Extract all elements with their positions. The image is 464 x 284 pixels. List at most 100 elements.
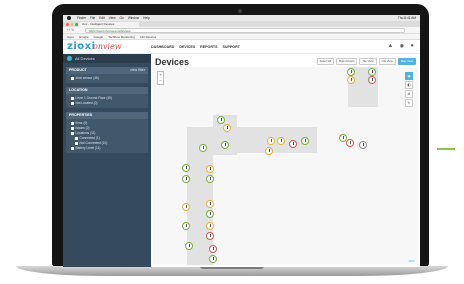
sensor-marker[interactable] — [182, 203, 190, 211]
sensor-marker[interactable] — [206, 222, 214, 230]
user-icon[interactable]: ● — [410, 43, 414, 50]
bookmark-item[interactable]: Techflow Monitoring — [108, 34, 135, 39]
sensor-marker[interactable] — [368, 68, 376, 76]
menu-item[interactable]: Finder — [77, 16, 86, 20]
nav-devices[interactable]: DEVICES — [179, 45, 195, 49]
checkbox[interactable] — [75, 142, 78, 145]
sidebar-section-properties: PROPERTIES Error (0) Issues (2) Location… — [66, 112, 148, 153]
bookmark-item[interactable]: Google — [79, 34, 89, 39]
apple-icon[interactable] — [67, 16, 71, 20]
checkbox[interactable] — [71, 132, 74, 135]
map-tool-icon[interactable]: ◉ — [405, 72, 413, 80]
zoom-control: + − — [157, 71, 164, 85]
sidebar: All Devices PRODUCT view filter zioxi se… — [63, 54, 151, 267]
checkbox[interactable] — [71, 102, 74, 105]
sensor-marker[interactable] — [182, 164, 190, 172]
sensor-marker[interactable] — [347, 76, 355, 84]
sensor-marker[interactable] — [206, 200, 214, 208]
minimize-window-icon[interactable] — [70, 23, 73, 26]
maximize-window-icon[interactable] — [75, 23, 78, 26]
map-tool-icon[interactable]: ⊕ — [405, 90, 413, 98]
back-forward-icon[interactable]: ‹ › ↻ — [67, 28, 74, 32]
sensor-marker[interactable] — [265, 147, 273, 155]
logo-secondary[interactable]: onview — [93, 42, 122, 51]
sensor-marker[interactable] — [209, 255, 217, 263]
nav-support[interactable]: SUPPORT — [223, 45, 240, 49]
camera-icon — [238, 9, 242, 13]
sensor-marker[interactable] — [206, 175, 214, 183]
filter-row[interactable]: Not Located (0) — [66, 101, 148, 106]
sensor-marker[interactable] — [346, 139, 354, 147]
window-controls — [66, 23, 78, 26]
map-view-button[interactable]: Map View — [397, 58, 416, 65]
zoom-out-button[interactable]: − — [158, 78, 163, 84]
menu-item[interactable]: Go — [120, 16, 124, 20]
close-window-icon[interactable] — [66, 23, 69, 26]
checkbox[interactable] — [71, 77, 74, 80]
section-body: Level 1 Ground Floor (45) Not Located (0… — [66, 94, 148, 108]
sensor-marker[interactable] — [206, 210, 214, 218]
sensor-marker[interactable] — [182, 222, 190, 230]
logo-primary[interactable]: zioxi — [67, 41, 96, 52]
nav-reports[interactable]: REPORTS — [200, 45, 217, 49]
menu-item[interactable]: Window — [128, 16, 139, 20]
bulk-actions-button[interactable]: Bulk Actions — [336, 58, 358, 65]
sensor-marker[interactable] — [223, 124, 231, 132]
sensor-marker[interactable] — [267, 137, 275, 145]
checkbox[interactable] — [71, 122, 74, 125]
filter-row[interactable]: Battery Level (11) — [66, 146, 148, 151]
section-hint[interactable]: view filter — [130, 67, 145, 74]
sensor-marker[interactable] — [277, 137, 285, 145]
section-title: PRODUCT — [69, 68, 87, 72]
checkbox[interactable] — [75, 137, 78, 140]
sensor-marker[interactable] — [199, 144, 207, 152]
checkbox[interactable] — [71, 127, 74, 130]
sensor-marker[interactable] — [301, 137, 309, 145]
menu-item[interactable]: Edit — [99, 16, 105, 20]
floor-map[interactable]: + − ◉ ◧ ⊕ ↻ 100% — [153, 67, 418, 265]
section-body: Error (0) Issues (2) Locations (11) Conn… — [66, 119, 148, 153]
bookmark-item[interactable]: Google — [94, 34, 104, 39]
header-icons: ▲ ✹ ● — [387, 43, 414, 50]
alert-icon[interactable]: ▲ — [387, 43, 393, 50]
sensor-marker[interactable] — [206, 165, 214, 173]
map-tool-icon[interactable]: ◧ — [405, 81, 413, 89]
sensor-marker[interactable] — [347, 68, 355, 76]
checkbox[interactable] — [71, 97, 74, 100]
bookmark-item[interactable]: ADI Devices — [140, 34, 157, 39]
sensor-marker[interactable] — [359, 141, 367, 149]
select-all-button[interactable]: Select All — [316, 58, 335, 65]
nav-dashboard[interactable]: DASHBOARD — [151, 45, 174, 49]
action-bar: Select All Bulk Actions Tile View List V… — [316, 58, 416, 65]
sidebar-section-location: LOCATION Level 1 Ground Floor (45) Not L… — [66, 87, 148, 108]
sensor-marker[interactable] — [221, 141, 229, 149]
sensor-marker[interactable] — [217, 116, 225, 124]
sensor-marker[interactable] — [182, 175, 190, 183]
section-header[interactable]: LOCATION — [66, 87, 148, 94]
menu-item[interactable]: File — [90, 16, 95, 20]
laptop-screen: Finder File Edit View Go Window Help Thu… — [63, 15, 420, 267]
map-tool-icon[interactable]: ↻ — [405, 99, 413, 107]
filter-label: zioxi sensor (45) — [75, 76, 99, 80]
sensor-marker[interactable] — [368, 76, 376, 84]
menu-item[interactable]: View — [109, 16, 116, 20]
sensor-marker[interactable] — [206, 232, 214, 240]
checkbox[interactable] — [71, 147, 74, 150]
sensor-marker[interactable] — [289, 140, 297, 148]
section-body: zioxi sensor (45) — [66, 74, 148, 83]
clock-text: Thu 8:41 AM — [397, 16, 416, 20]
filter-row[interactable]: zioxi sensor (45) — [66, 76, 148, 81]
sensor-marker[interactable] — [185, 242, 193, 250]
list-view-button[interactable]: List View — [378, 58, 396, 65]
section-header[interactable]: PROPERTIES — [66, 112, 148, 119]
url-field[interactable]: https://www.zioxview.io/devices — [85, 28, 405, 33]
gear-icon[interactable]: ✹ — [399, 43, 404, 50]
section-header[interactable]: PRODUCT view filter — [66, 67, 148, 74]
sidebar-section-product: PRODUCT view filter zioxi sensor (45) — [66, 67, 148, 83]
tile-view-button[interactable]: Tile View — [359, 58, 377, 65]
menu-item[interactable]: Help — [143, 16, 150, 20]
all-devices-item[interactable]: All Devices — [63, 54, 151, 63]
zoom-level: 100% — [408, 260, 415, 263]
bookmark-item[interactable]: Apps — [67, 34, 74, 39]
sensor-marker[interactable] — [209, 245, 217, 253]
